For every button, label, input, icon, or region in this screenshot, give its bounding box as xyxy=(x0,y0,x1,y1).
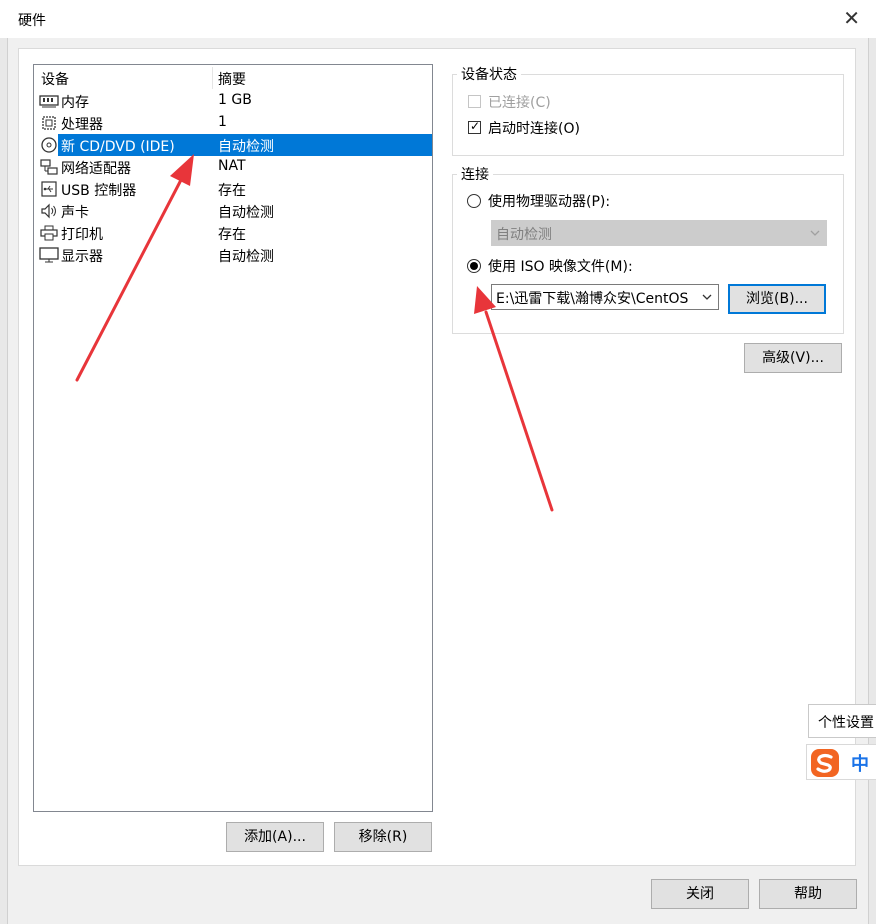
sogou-ime-logo-icon xyxy=(811,749,839,777)
device-label: 显示器 xyxy=(61,249,103,265)
device-summary: 自动检测 xyxy=(218,249,274,265)
window-title: 硬件 xyxy=(18,13,46,29)
printer-icon xyxy=(40,225,58,241)
column-header-device[interactable]: 设备 xyxy=(41,69,69,89)
device-row-processor[interactable]: 处理器 1 xyxy=(34,112,432,134)
connect-at-power-on-label: 启动时连接(O) xyxy=(488,121,580,137)
close-window-button[interactable]: ✕ xyxy=(843,6,860,30)
device-row-sound-card[interactable]: 声卡 自动检测 xyxy=(34,200,432,222)
device-label: USB 控制器 xyxy=(61,183,137,199)
device-label: 打印机 xyxy=(61,227,103,243)
device-label: 新 CD/DVD (IDE) xyxy=(61,139,175,155)
remove-device-button[interactable]: 移除(R) xyxy=(334,822,432,852)
monitor-icon xyxy=(39,247,59,263)
ime-mode-indicator: 中 xyxy=(851,754,869,775)
device-summary: 自动检测 xyxy=(218,139,274,155)
title-bar: 硬件 ✕ xyxy=(0,0,876,38)
physical-drive-label: 使用物理驱动器(P): xyxy=(488,194,611,210)
device-summary: 1 xyxy=(218,114,227,130)
iso-path-combobox[interactable]: E:\迅雷下载\瀚博众安\CentOS xyxy=(491,284,719,310)
iso-image-radio[interactable] xyxy=(467,259,481,273)
help-button[interactable]: 帮助 xyxy=(759,879,857,909)
device-row-cd-dvd[interactable]: 新 CD/DVD (IDE) 自动检测 xyxy=(34,134,432,156)
processor-icon xyxy=(42,116,56,130)
network-adapter-icon xyxy=(40,159,58,175)
connect-at-power-on-checkbox[interactable]: ✓ xyxy=(468,119,481,134)
column-divider[interactable] xyxy=(212,67,213,89)
device-label: 处理器 xyxy=(61,117,103,133)
device-summary: 存在 xyxy=(218,183,246,199)
cd-dvd-icon xyxy=(41,137,57,153)
device-row-display[interactable]: 显示器 自动检测 xyxy=(34,244,432,266)
column-header-summary[interactable]: 摘要 xyxy=(218,69,246,89)
device-label: 内存 xyxy=(61,95,89,111)
radio-selected-dot xyxy=(470,262,478,270)
browse-button[interactable]: 浏览(B)... xyxy=(728,284,826,314)
window-border-left xyxy=(0,38,8,924)
device-list[interactable]: 设备 摘要 内存 1 GB 处理器 1 新 CD/DVD (IDE) 自动检测 … xyxy=(33,64,433,812)
chevron-down-icon xyxy=(810,230,820,236)
chevron-down-icon xyxy=(702,294,712,300)
device-summary: 1 GB xyxy=(218,92,252,108)
physical-drive-select[interactable]: 自动检测 xyxy=(491,220,827,246)
device-row-memory[interactable]: 内存 1 GB xyxy=(34,90,432,112)
iso-path-value: E:\迅雷下载\瀚博众安\CentOS xyxy=(496,291,689,307)
checkmark-icon: ✓ xyxy=(470,119,481,133)
device-row-network-adapter[interactable]: 网络适配器 NAT xyxy=(34,156,432,178)
ime-tooltip-text: 个性设置 xyxy=(818,715,874,731)
iso-image-label: 使用 ISO 映像文件(M): xyxy=(488,259,633,275)
speaker-icon xyxy=(41,203,56,219)
device-row-printer[interactable]: 打印机 存在 xyxy=(34,222,432,244)
add-device-button[interactable]: 添加(A)... xyxy=(226,822,324,852)
connected-label: 已连接(C) xyxy=(488,95,551,111)
physical-drive-radio[interactable] xyxy=(467,194,481,208)
memory-icon xyxy=(39,95,59,108)
usb-icon xyxy=(41,181,57,197)
device-status-legend: 设备状态 xyxy=(461,67,517,83)
list-header: 设备 摘要 xyxy=(34,65,432,89)
advanced-button[interactable]: 高级(V)... xyxy=(744,343,842,373)
device-row-usb-controller[interactable]: USB 控制器 存在 xyxy=(34,178,432,200)
device-summary: 自动检测 xyxy=(218,205,274,221)
connection-legend: 连接 xyxy=(461,167,489,183)
device-label: 声卡 xyxy=(61,205,89,221)
device-label: 网络适配器 xyxy=(61,161,131,177)
ime-tooltip: 个性设置 xyxy=(808,704,876,738)
ime-status-bar[interactable]: 中 xyxy=(806,744,876,780)
connected-checkbox[interactable] xyxy=(468,95,481,108)
device-summary: 存在 xyxy=(218,227,246,243)
window-border-right xyxy=(868,38,876,924)
physical-drive-value: 自动检测 xyxy=(496,227,552,243)
device-summary: NAT xyxy=(218,158,246,174)
close-button[interactable]: 关闭 xyxy=(651,879,749,909)
